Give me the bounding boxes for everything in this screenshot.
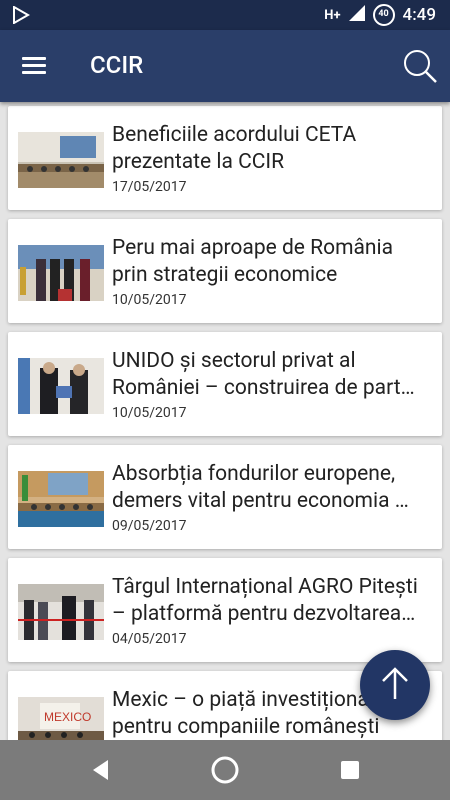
article-card[interactable]: Târgul Internațional AGRO Pitești – plat… [8,558,442,662]
article-title-line1: Târgul Internațional AGRO Pitești [112,575,418,599]
article-title-line1: Peru mai aproape de România [112,236,394,260]
article-thumbnail [18,471,104,527]
article-thumbnail [18,584,104,640]
article-thumbnail: MEXICO [18,697,104,740]
clock: 4:49 [402,5,436,25]
article-card[interactable]: Beneficiile acordului CETA prezentate la… [8,106,442,210]
system-nav-bar [0,740,450,800]
home-icon[interactable] [210,755,240,785]
article-title-line2: demers vital pentru economia … [112,489,409,513]
article-card[interactable]: Absorbția fondurilor europene, demers vi… [8,445,442,549]
article-date: 10/05/2017 [112,405,187,421]
article-title-line2: – platformă pentru dezvoltarea… [112,602,416,626]
search-icon[interactable] [400,46,440,86]
article-list[interactable]: Beneficiile acordului CETA prezentate la… [0,102,450,740]
app-bar: CCIR [0,30,450,102]
recents-icon[interactable] [335,755,365,785]
article-title-line2: prin strategii economice [112,263,338,287]
article-date: 10/05/2017 [112,292,187,308]
signal-icon [348,5,365,25]
article-date: 09/05/2017 [112,518,187,534]
article-title-line2: României – construirea de part… [112,376,415,400]
article-title-line1: Beneficiile acordului CETA [112,123,357,147]
play-store-notification-icon [12,5,31,28]
article-thumbnail [18,245,104,301]
article-thumbnail [18,132,104,188]
app-title: CCIR [90,51,144,79]
scroll-to-top-button[interactable] [360,650,430,720]
article-date: 04/05/2017 [112,631,187,647]
article-thumbnail [18,358,104,414]
article-title-line1: UNIDO și sectorul privat al [112,349,356,373]
article-date: 17/05/2017 [112,179,187,195]
battery-label: 40 [378,9,389,19]
arrow-up-icon [380,665,410,705]
article-title-line2: prezentate la CCIR [112,150,285,174]
status-bar: H+ 40 4:49 [0,0,450,30]
article-title-line1: Absorbția fondurilor europene, [112,462,396,486]
hamburger-menu-icon[interactable] [16,48,52,84]
svg-text:MEXICO: MEXICO [44,710,91,724]
battery-icon: 40 [372,4,395,26]
article-card[interactable]: UNIDO și sectorul privat al României – c… [8,332,442,436]
network-type-label: H+ [324,7,341,23]
back-icon[interactable] [86,755,116,785]
article-card[interactable]: Peru mai aproape de România prin strateg… [8,219,442,323]
